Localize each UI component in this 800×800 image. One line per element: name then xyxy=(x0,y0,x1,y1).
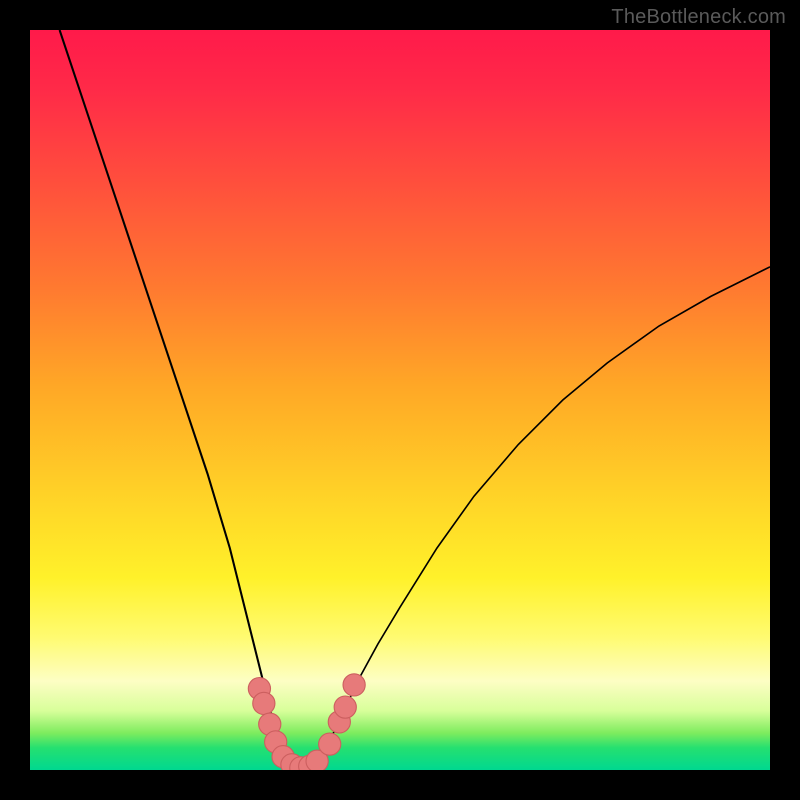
marker-group xyxy=(248,674,365,770)
curve-left xyxy=(60,30,304,769)
marker-dot xyxy=(343,674,365,696)
marker-dot xyxy=(334,696,356,718)
marker-dot xyxy=(319,733,341,755)
outer-frame: TheBottleneck.com xyxy=(0,0,800,800)
chart-svg xyxy=(30,30,770,770)
curve-right xyxy=(304,267,770,769)
plot-area xyxy=(30,30,770,770)
watermark-text: TheBottleneck.com xyxy=(611,6,786,29)
marker-dot xyxy=(253,692,275,714)
